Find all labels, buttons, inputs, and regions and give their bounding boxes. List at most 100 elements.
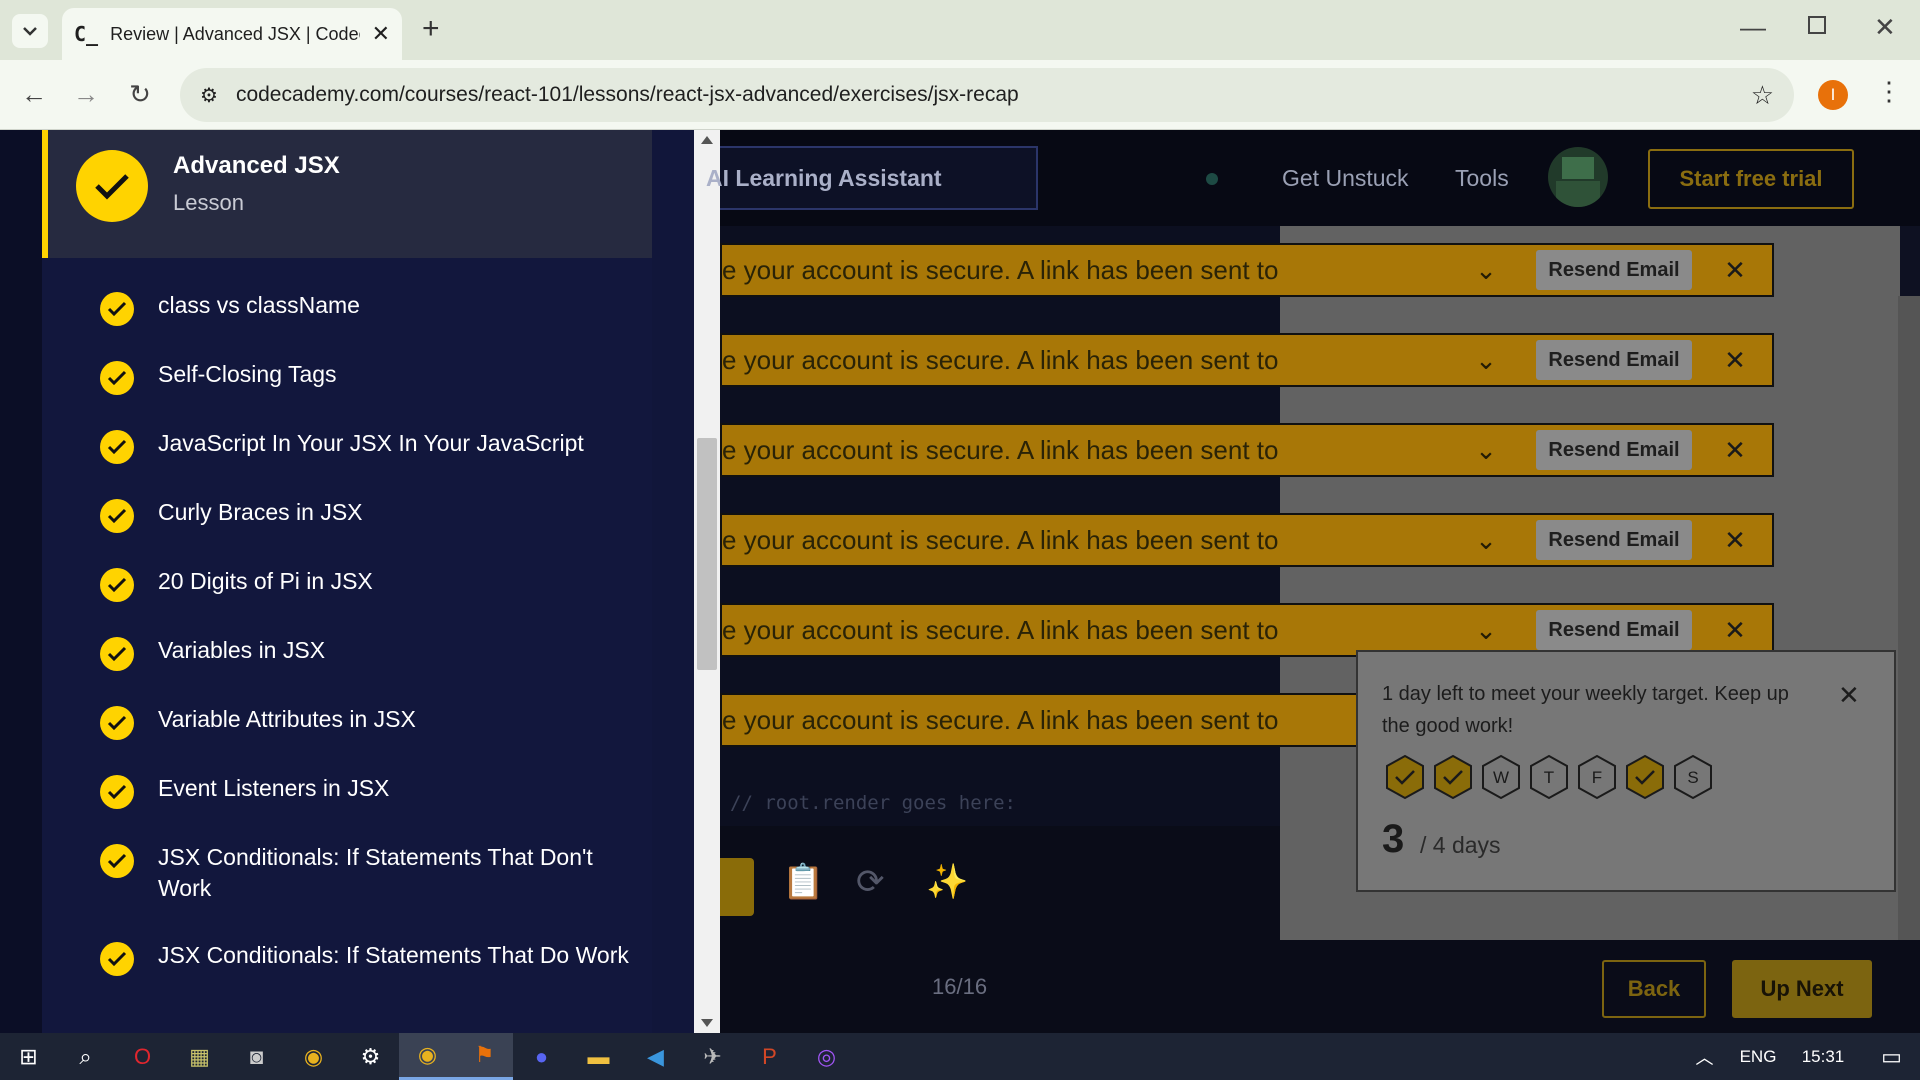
resend-email-button[interactable]: Resend Email: [1536, 520, 1692, 560]
close-window-icon[interactable]: ✕: [1874, 12, 1896, 43]
reset-icon[interactable]: ⟳: [856, 862, 885, 902]
exercise-label: JSX Conditionals: If Statements That Don…: [158, 844, 593, 901]
exercise-label: JavaScript In Your JSX In Your JavaScrip…: [158, 430, 584, 456]
preview-scrollbar[interactable]: [1898, 296, 1920, 940]
banner-message: e your account is secure. A link has bee…: [722, 434, 1279, 465]
vscode-icon[interactable]: ◀: [627, 1033, 684, 1080]
back-button[interactable]: Back: [1602, 960, 1706, 1018]
exercise-item[interactable]: Curly Braces in JSX: [100, 497, 640, 533]
verify-email-banner: e your account is secure. A link has bee…: [720, 423, 1774, 477]
exercise-label: Self-Closing Tags: [158, 361, 337, 387]
day-done-check-icon: [1434, 754, 1472, 800]
resend-email-button[interactable]: Resend Email: [1536, 340, 1692, 380]
search-icon[interactable]: ⌕: [57, 1033, 114, 1080]
start-free-trial-button[interactable]: Start free trial: [1648, 149, 1854, 209]
chevron-down-icon[interactable]: ⌄: [1466, 525, 1506, 556]
check-icon: [100, 568, 134, 602]
close-icon[interactable]: ✕: [1838, 680, 1860, 711]
check-icon: [100, 361, 134, 395]
verify-email-banner: e your account is secure. A link has bee…: [720, 513, 1774, 567]
browser-menu-icon[interactable]: ⋮: [1876, 76, 1902, 107]
banner-message: e your account is secure. A link has bee…: [722, 614, 1279, 645]
svg-text:F: F: [1592, 768, 1602, 787]
chevron-down-icon[interactable]: ⌄: [1466, 435, 1506, 466]
ai-assistant-label: AI Learning Assistant: [706, 164, 942, 191]
chrome-active-icon[interactable]: ◉: [399, 1033, 456, 1080]
close-icon[interactable]: ✕: [1720, 255, 1750, 286]
verify-email-banner: e your account is secure. A link has bee…: [720, 603, 1774, 657]
close-tab-icon[interactable]: ✕: [372, 21, 390, 47]
exercise-item[interactable]: JavaScript In Your JSX In Your JavaScrip…: [100, 428, 640, 464]
discord-icon[interactable]: ●: [513, 1033, 570, 1080]
minimize-icon[interactable]: —: [1740, 12, 1766, 43]
exercise-item[interactable]: Self-Closing Tags: [100, 359, 640, 395]
check-icon: [100, 637, 134, 671]
back-arrow-icon[interactable]: ←: [14, 74, 54, 114]
tools-link[interactable]: Tools: [1455, 165, 1509, 192]
browser-tab[interactable]: C_ Review | Advanced JSX | Codeca ✕: [62, 8, 402, 60]
restore-icon[interactable]: [1808, 16, 1826, 34]
exercise-item[interactable]: Event Listeners in JSX: [100, 773, 640, 809]
url-text: codecademy.com/courses/react-101/lessons…: [235, 83, 1019, 106]
check-icon: [100, 499, 134, 533]
exercise-item[interactable]: Variables in JSX: [100, 635, 640, 671]
copy-to-clipboard-icon[interactable]: 📋: [782, 862, 824, 902]
language-indicator[interactable]: ENG: [1733, 1047, 1783, 1067]
chevron-down-icon[interactable]: ⌄: [1466, 615, 1506, 646]
verify-email-banner: e your account is secure. A link has bee…: [720, 333, 1774, 387]
lesson-header[interactable]: Advanced JSX Lesson: [42, 130, 652, 258]
app-icon[interactable]: ⚑: [456, 1033, 513, 1080]
close-icon[interactable]: ✕: [1720, 435, 1750, 466]
resend-email-button[interactable]: Resend Email: [1536, 430, 1692, 470]
chevron-down-icon[interactable]: ⌄: [1466, 345, 1506, 376]
close-icon[interactable]: ✕: [1720, 345, 1750, 376]
resend-email-button[interactable]: Resend Email: [1536, 610, 1692, 650]
exercise-item[interactable]: class vs className: [100, 290, 640, 326]
calculator-icon[interactable]: ▦: [171, 1033, 228, 1080]
forward-arrow-icon[interactable]: →: [66, 74, 106, 114]
chrome-icon[interactable]: ◉: [285, 1033, 342, 1080]
banner-message: e your account is secure. A link has bee…: [722, 254, 1279, 285]
run-button[interactable]: [720, 858, 754, 916]
resend-email-button[interactable]: Resend Email: [1536, 250, 1692, 290]
codecademy-favicon-icon: C_: [74, 22, 99, 46]
streak-count: 3: [1382, 817, 1405, 861]
close-icon[interactable]: ✕: [1720, 525, 1750, 556]
camera-icon[interactable]: ◙: [228, 1033, 285, 1080]
exercise-item[interactable]: 20 Digits of Pi in JSX: [100, 566, 640, 602]
close-icon[interactable]: ✕: [1720, 615, 1750, 646]
chevron-up-icon[interactable]: ︿: [1676, 1033, 1733, 1080]
messenger-icon[interactable]: ◎: [798, 1033, 855, 1080]
exercise-item[interactable]: JSX Conditionals: If Statements That Don…: [100, 842, 640, 904]
magic-wand-icon[interactable]: ✨: [926, 862, 968, 902]
bookmark-star-icon[interactable]: ☆: [1751, 80, 1774, 111]
up-next-button[interactable]: Up Next: [1732, 960, 1872, 1018]
lesson-type: Lesson: [173, 190, 244, 215]
opera-icon[interactable]: O: [114, 1033, 171, 1080]
windows-start-icon[interactable]: ⊞: [0, 1033, 57, 1080]
day-sunday-icon: S: [1674, 754, 1712, 800]
chevron-down-icon[interactable]: ⌄: [1466, 255, 1506, 286]
get-unstuck-link[interactable]: Get Unstuck: [1282, 165, 1409, 192]
tab-list-dropdown-icon[interactable]: [12, 14, 48, 48]
file-explorer-icon[interactable]: ▬: [570, 1033, 627, 1080]
site-info-icon[interactable]: ⚙: [200, 83, 218, 108]
exercise-item[interactable]: JSX Conditionals: If Statements That Do …: [100, 940, 640, 976]
browser-tab-bar: C_ Review | Advanced JSX | Codeca ✕ + — …: [0, 0, 1920, 60]
clock[interactable]: 15:31: [1783, 1047, 1863, 1067]
verify-email-banner: e your account is secure. A link has bee…: [720, 243, 1774, 297]
sidebar-scroll-thumb[interactable]: [697, 438, 717, 670]
exercise-item[interactable]: Variable Attributes in JSX: [100, 704, 640, 740]
powerpoint-icon[interactable]: P: [741, 1033, 798, 1080]
address-bar[interactable]: ⚙ codecademy.com/courses/react-101/lesso…: [180, 68, 1794, 122]
notifications-icon[interactable]: ▭: [1863, 1033, 1920, 1080]
game-icon[interactable]: ✈: [684, 1033, 741, 1080]
user-avatar[interactable]: [1548, 147, 1608, 207]
reload-icon[interactable]: ↻: [120, 74, 160, 114]
exercise-label: 20 Digits of Pi in JSX: [158, 568, 373, 594]
day-wednesday-icon: W: [1482, 754, 1520, 800]
ai-learning-assistant-button[interactable]: AI Learning Assistant: [706, 146, 1038, 210]
profile-avatar[interactable]: I: [1818, 80, 1848, 110]
settings-icon[interactable]: ⚙: [342, 1033, 399, 1080]
new-tab-icon[interactable]: +: [422, 12, 440, 46]
